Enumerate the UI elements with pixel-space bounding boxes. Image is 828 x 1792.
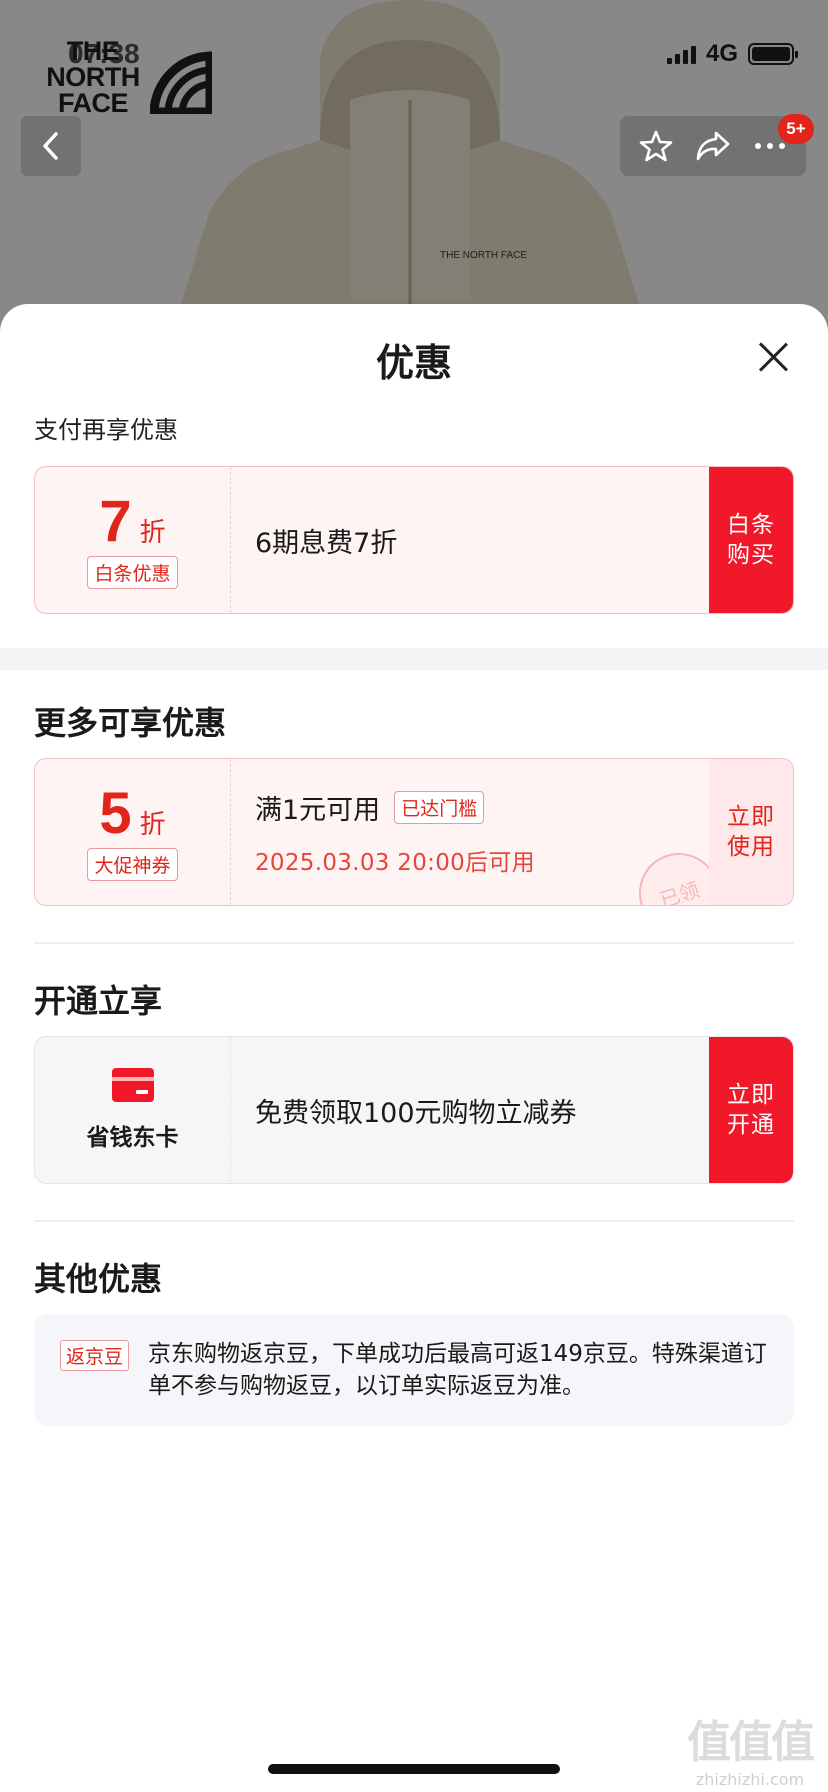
use-coupon-button[interactable]: 立即 使用 bbox=[709, 759, 793, 905]
baitiao-buy-button[interactable]: 白条 购买 bbox=[709, 467, 793, 613]
baitiao-discount-card: 7 折 白条优惠 6期息费7折 白条 购买 bbox=[34, 466, 794, 614]
section-divider bbox=[0, 648, 828, 670]
watermark-url: zhizhizhi.com bbox=[695, 1770, 805, 1789]
battery-icon bbox=[748, 43, 798, 65]
discount-unit: 折 bbox=[139, 517, 166, 548]
coupon-number: 5 bbox=[99, 780, 132, 846]
open-membership-button[interactable]: 立即 开通 bbox=[709, 1037, 793, 1183]
coupon-tag: 大促神券 bbox=[87, 847, 178, 881]
home-indicator[interactable] bbox=[268, 1764, 560, 1774]
discount-badge: 7 折 白条优惠 bbox=[35, 467, 231, 613]
jingdou-description: 京东购物返京豆，下单成功后最高可返149京豆。特殊渠道订单不参与购物返豆，以订单… bbox=[148, 1341, 767, 1399]
more-icon bbox=[754, 143, 785, 149]
coupon-available-time: 2025.03.03 20:00后可用 bbox=[255, 849, 535, 876]
jingdou-info-box: 返京豆 京东购物返京豆，下单成功后最高可返149京豆。特殊渠道订单不参与购物返豆… bbox=[34, 1314, 794, 1426]
status-bar-right: 4G bbox=[666, 40, 798, 68]
signal-icon bbox=[666, 44, 696, 64]
close-button[interactable] bbox=[756, 340, 790, 374]
more-section-title: 更多可享优惠 bbox=[34, 704, 227, 742]
jingdou-tag: 返京豆 bbox=[60, 1340, 130, 1371]
other-section-title: 其他优惠 bbox=[34, 1260, 163, 1298]
membership-label: 省钱东卡 bbox=[86, 1125, 179, 1151]
share-icon bbox=[696, 131, 730, 161]
coupon-card: 5 折 大促神券 满1元可用 已达门槛 2025.03.03 20:00后可用 … bbox=[34, 758, 794, 906]
coupon-unit: 折 bbox=[139, 809, 166, 840]
pay-section-title: 支付再享优惠 bbox=[34, 416, 178, 444]
discount-description: 6期息费7折 bbox=[255, 527, 398, 559]
discount-tag: 白条优惠 bbox=[87, 555, 178, 589]
open-section-title: 开通立享 bbox=[34, 982, 163, 1020]
coupon-condition: 满1元可用 bbox=[255, 794, 381, 826]
watermark-logo: 值值值 bbox=[687, 1717, 815, 1768]
promotion-sheet: 优惠 支付再享优惠 7 折 白条优惠 6期息费7折 白条 购买 更多可享优惠 5 … bbox=[0, 304, 828, 1792]
back-icon bbox=[43, 132, 58, 160]
divider-line bbox=[34, 1220, 794, 1222]
coupon-badge: 5 折 大促神券 bbox=[35, 759, 231, 905]
sheet-title: 优惠 bbox=[375, 341, 452, 385]
share-button[interactable] bbox=[693, 126, 733, 166]
membership-card: 省钱东卡 免费领取100元购物立减券 立即 开通 bbox=[34, 1036, 794, 1184]
membership-badge: 省钱东卡 bbox=[35, 1037, 231, 1183]
status-time: 07:38 bbox=[68, 38, 140, 69]
divider-line bbox=[34, 942, 794, 944]
membership-description: 免费领取100元购物立减券 bbox=[255, 1097, 577, 1129]
site-watermark: 值值值 zhizhizhi.com bbox=[680, 1706, 820, 1789]
card-icon bbox=[111, 1068, 154, 1102]
discount-number: 7 bbox=[99, 488, 132, 554]
message-count-badge: 5+ bbox=[778, 114, 814, 144]
back-button[interactable] bbox=[21, 116, 81, 176]
star-icon bbox=[640, 130, 673, 162]
favorite-button[interactable] bbox=[636, 126, 676, 166]
threshold-tag: 已达门槛 bbox=[394, 790, 485, 824]
network-label: 4G bbox=[705, 40, 738, 67]
